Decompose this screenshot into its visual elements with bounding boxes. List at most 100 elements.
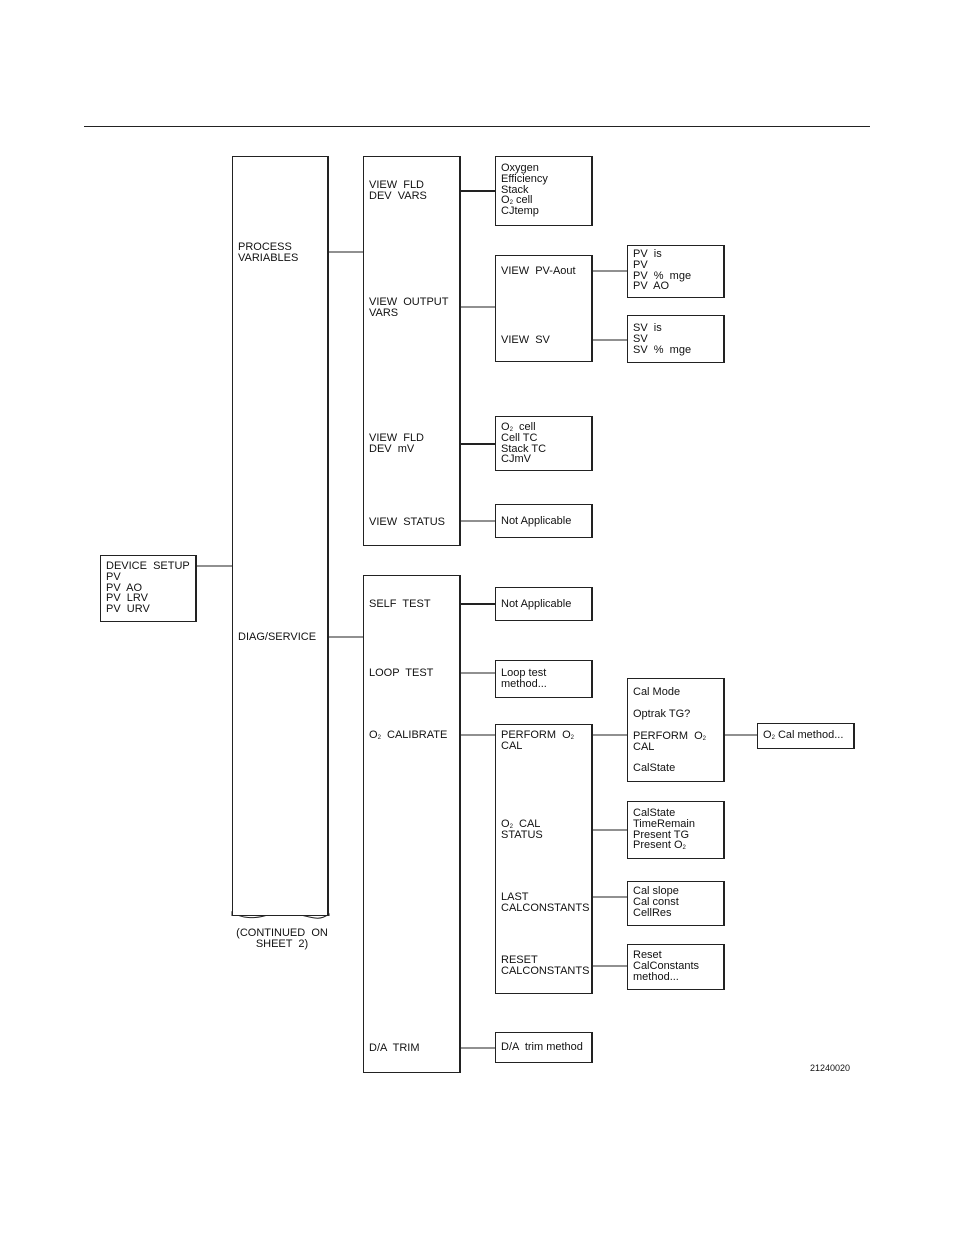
view-status-box-text: Not Applicable (501, 516, 571, 527)
text-line: DEV mV (369, 442, 424, 455)
text-segment: CJmV (501, 453, 531, 466)
process-variables-menu[interactable] (363, 156, 461, 546)
fld-dev-vars-box-text: Oxygen Efficiency Stack O2 cell CJtemp (501, 163, 548, 217)
text-segment: CalState (633, 762, 676, 774)
diag-service-menu-item: D/A TRIM (369, 1043, 420, 1054)
last-cal-box-text: Cal slope Cal const CellRes (633, 886, 679, 919)
text-line: CAL (501, 739, 574, 752)
text-segment: DEV mV (369, 442, 415, 455)
text-segment: Not Applicable (501, 515, 572, 527)
text-segment: CellRes (633, 906, 672, 919)
text-line: CJtemp (501, 206, 548, 217)
main-menu-items-item: DIAG/SERVICE (238, 632, 316, 643)
pv-aout-box-text: PV is PV PV % mge PV AO (633, 249, 691, 292)
text-line: method... (633, 970, 699, 983)
text-segment: VIEW SV (501, 334, 550, 346)
perform-cal-menu-item: Optrak TG? (633, 709, 690, 720)
text-segment: CAL (501, 739, 523, 752)
perform-cal-menu-item: PERFORM O2 CAL (633, 731, 706, 753)
text-segment: method... (501, 677, 547, 690)
subscript: 2 (682, 845, 686, 852)
text-segment: CALCONSTANTS (501, 901, 590, 914)
text-segment: DEV VARS (369, 189, 427, 202)
text-line: O2 Cal method... (763, 729, 844, 742)
process-variables-menu-item: VIEW OUTPUT VARS (369, 297, 448, 319)
text-line: DIAG/SERVICE (238, 632, 316, 643)
output-vars-menu-item: VIEW SV (501, 335, 550, 346)
text-line: Optrak TG? (633, 709, 690, 720)
text-line: DEV VARS (369, 189, 427, 202)
text-segment: CALIBRATE (380, 729, 448, 741)
text-line: O2 CALIBRATE (369, 729, 448, 742)
text-segment: PV URV (106, 603, 150, 616)
text-line: CALCONSTANTS (501, 964, 590, 977)
text-segment: O (369, 729, 378, 741)
o2-calibrate-menu-item: PERFORM O2 CAL (501, 730, 574, 752)
text-segment: VIEW STATUS (369, 516, 445, 528)
text-segment: SV % mge (633, 343, 692, 356)
text-segment: SELF TEST (369, 598, 431, 610)
loop-test-box-text: Loop test method... (501, 668, 547, 690)
main-menu-items[interactable] (232, 156, 329, 916)
text-segment: CAL (633, 740, 655, 753)
text-line: STATUS (501, 828, 543, 841)
text-line: PV AO (633, 281, 691, 292)
text-line: LOOP TEST (369, 668, 433, 679)
text-segment: Not Applicable (501, 598, 572, 610)
output-vars-menu-item: VIEW PV-Aout (501, 266, 576, 277)
text-segment: VARIABLES (238, 251, 299, 264)
figure-number: 21240020 (810, 1063, 851, 1073)
text-segment: CJtemp (501, 205, 539, 218)
text-segment: D/A trim method (501, 1041, 583, 1053)
o2-calibrate-menu-item: RESET CALCONSTANTS (501, 955, 589, 977)
text-segment: LOOP TEST (369, 667, 434, 679)
text-segment: STATUS (501, 828, 543, 841)
text-segment: O (763, 729, 772, 741)
text-segment: VARS (369, 306, 399, 319)
subscript: 2 (702, 736, 707, 742)
main-menu-items-item: PROCESS VARIABLES (238, 242, 298, 264)
text-segment: Present O (633, 839, 683, 852)
o2-calibrate-menu-item: LAST CALCONSTANTS (501, 892, 589, 914)
da-trim-box-text: D/A trim method (501, 1042, 583, 1053)
perform-cal-menu-item: Cal Mode (633, 687, 680, 698)
text-line: SELF TEST (369, 599, 431, 610)
text-line: CalState (633, 763, 675, 774)
text-line: Not Applicable (501, 599, 571, 610)
continued-note: (CONTINUED ON SHEET 2) (236, 927, 328, 950)
view-sv-box-text: SV is SV SV % mge (633, 323, 692, 356)
self-test-box-text: Not Applicable (501, 599, 571, 610)
reset-cal-box-text: Reset CalConstants method... (633, 950, 699, 983)
fld-dev-mv-box-text: O2 cell Cell TC Stack TC CJmV (501, 422, 546, 465)
o2-cal-method-box-text: O2 Cal method... (763, 729, 844, 742)
diag-service-menu[interactable] (363, 575, 461, 1073)
text-line: Not Applicable (501, 516, 571, 527)
text-segment: D/A TRIM (369, 1042, 420, 1054)
cal-status-box-text: CalState TimeRemain Present TG Present O2 (633, 808, 695, 852)
text-line: VARIABLES (238, 251, 299, 264)
diag-service-menu-item: SELF TEST (369, 599, 431, 610)
text-line: VIEW PV-Aout (501, 266, 576, 277)
process-variables-menu-item: VIEW FLD DEV mV (369, 433, 424, 455)
text-line: SV % mge (633, 343, 692, 356)
text-segment: Cal method... (774, 729, 844, 741)
process-variables-menu-item: VIEW FLD DEV VARS (369, 180, 427, 202)
text-line: VIEW SV (501, 335, 550, 346)
perform-cal-menu-item: CalState (633, 763, 675, 774)
text-segment: PV AO (633, 280, 670, 293)
text-line: Cal Mode (633, 687, 680, 698)
text-segment: CALCONSTANTS (501, 964, 590, 977)
text-segment: method... (633, 970, 679, 983)
text-line: CALCONSTANTS (501, 901, 590, 914)
text-line: PV URV (106, 604, 190, 615)
text-segment: VIEW PV-Aout (501, 265, 576, 277)
text-segment: Cal Mode (633, 686, 681, 698)
device-setup-box-text: DEVICE SETUP PV PV AO PV LRV PV URV (106, 561, 190, 615)
process-variables-menu-item: VIEW STATUS (369, 517, 445, 528)
text-line: CJmV (501, 454, 546, 465)
text-line: CAL (633, 740, 706, 753)
text-line: D/A trim method (501, 1042, 583, 1053)
text-line: VARS (369, 306, 448, 319)
o2-calibrate-menu-item: O2 CAL STATUS (501, 819, 543, 841)
text-line: CellRes (633, 906, 679, 919)
